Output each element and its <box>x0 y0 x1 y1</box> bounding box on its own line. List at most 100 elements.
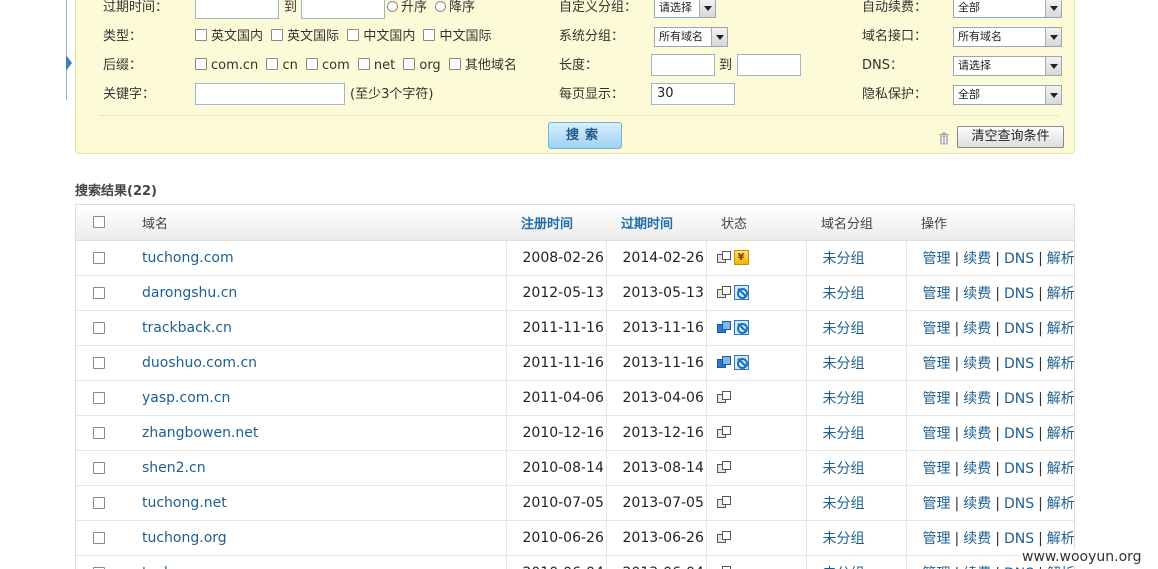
resolve-link[interactable]: 解析 <box>1047 566 1074 569</box>
row-checkbox[interactable] <box>93 321 105 334</box>
sort-desc-option[interactable]: 降序 <box>435 0 475 21</box>
domain-link[interactable]: yasp.com.cn <box>142 390 230 406</box>
expire-to-input[interactable] <box>301 0 385 19</box>
dns-select[interactable]: 请选择 <box>953 56 1062 76</box>
domain-link[interactable]: darongshu.cn <box>142 285 237 301</box>
renew-link[interactable]: 续费 <box>963 426 991 442</box>
resolve-link[interactable]: 解析 <box>1047 391 1074 407</box>
dns-link[interactable]: DNS <box>1004 461 1034 477</box>
expire-from-input[interactable] <box>195 0 279 19</box>
renew-link[interactable]: 续费 <box>963 251 991 267</box>
renew-link[interactable]: 续费 <box>963 391 991 407</box>
row-checkbox[interactable] <box>93 251 105 264</box>
manage-link[interactable]: 管理 <box>923 286 951 302</box>
suffix-option[interactable]: com <box>305 58 350 73</box>
domain-api-select[interactable]: 所有域名 <box>953 27 1062 47</box>
per-page-input[interactable]: 30 <box>651 83 735 105</box>
resolve-link[interactable]: 解析 <box>1047 496 1074 512</box>
renew-link[interactable]: 续费 <box>963 286 991 302</box>
dns-link[interactable]: DNS <box>1004 391 1034 407</box>
suffix-option[interactable]: org <box>403 58 441 73</box>
type-option[interactable]: 中文国内 <box>347 29 415 44</box>
row-checkbox[interactable] <box>93 461 105 474</box>
row-checkbox[interactable] <box>93 391 105 404</box>
manage-link[interactable]: 管理 <box>923 251 951 267</box>
renew-link[interactable]: 续费 <box>963 321 991 337</box>
dns-link[interactable]: DNS <box>1004 321 1034 337</box>
select-all-checkbox[interactable] <box>93 216 105 229</box>
type-option[interactable]: 英文国际 <box>271 29 339 44</box>
manage-link[interactable]: 管理 <box>923 461 951 477</box>
dns-link[interactable]: DNS <box>1004 286 1034 302</box>
dns-link[interactable]: DNS <box>1004 531 1034 547</box>
length-max-input[interactable] <box>737 54 801 76</box>
suffix-option[interactable]: 其他域名 <box>448 58 517 73</box>
suffix-option[interactable]: cn <box>266 58 298 73</box>
column-reg-time[interactable]: 注册时间 <box>506 205 606 241</box>
sort-asc-option[interactable]: 升序 <box>387 0 427 21</box>
manage-link[interactable]: 管理 <box>923 531 951 547</box>
ban-status-icon[interactable] <box>733 320 749 335</box>
renew-link[interactable]: 续费 <box>963 531 991 547</box>
clear-conditions-button[interactable]: 清空查询条件 <box>957 126 1064 148</box>
manage-link[interactable]: 管理 <box>923 356 951 372</box>
row-checkbox[interactable] <box>93 286 105 299</box>
row-checkbox[interactable] <box>93 426 105 439</box>
windows-status-icon[interactable] <box>716 250 732 265</box>
system-group-select[interactable]: 所有域名 <box>654 27 728 47</box>
dns-link[interactable]: DNS <box>1004 496 1034 512</box>
domain-link[interactable]: tuchong.net <box>142 495 227 511</box>
windows-status-icon[interactable] <box>716 285 732 300</box>
windows-status-icon[interactable] <box>717 565 732 569</box>
dns-link[interactable]: DNS <box>1004 566 1034 569</box>
auto-renew-select[interactable]: 全部 <box>953 0 1062 18</box>
domain-link[interactable]: tuchong.com <box>142 250 234 266</box>
type-option[interactable]: 中文国际 <box>423 29 491 44</box>
type-option[interactable]: 英文国内 <box>195 29 263 44</box>
keyword-input[interactable] <box>195 83 345 105</box>
group-link[interactable]: 未分组 <box>823 426 865 442</box>
domain-link[interactable]: zhangbowen.net <box>142 425 258 441</box>
resolve-link[interactable]: 解析 <box>1047 426 1074 442</box>
windows-status-icon[interactable] <box>716 355 732 370</box>
resolve-link[interactable]: 解析 <box>1047 461 1074 477</box>
resolve-link[interactable]: 解析 <box>1047 356 1074 372</box>
group-link[interactable]: 未分组 <box>823 251 865 267</box>
row-checkbox[interactable] <box>93 531 105 544</box>
group-link[interactable]: 未分组 <box>823 566 865 569</box>
manage-link[interactable]: 管理 <box>923 321 951 337</box>
manage-link[interactable]: 管理 <box>923 566 951 569</box>
row-checkbox[interactable] <box>93 356 105 369</box>
ban-status-icon[interactable] <box>733 355 749 370</box>
row-checkbox[interactable] <box>93 496 105 509</box>
windows-status-icon[interactable] <box>716 495 732 510</box>
renew-link[interactable]: 续费 <box>963 566 991 569</box>
domain-link[interactable]: duoshuo.com.cn <box>142 355 257 371</box>
renew-link[interactable]: 续费 <box>963 496 991 512</box>
renew-link[interactable]: 续费 <box>963 356 991 372</box>
domain-link[interactable]: trackback.cn <box>142 320 232 336</box>
group-link[interactable]: 未分组 <box>823 531 865 547</box>
group-link[interactable]: 未分组 <box>823 496 865 512</box>
length-min-input[interactable] <box>651 54 715 76</box>
resolve-link[interactable]: 解析 <box>1047 531 1074 547</box>
column-exp-time[interactable]: 过期时间 <box>606 205 706 241</box>
custom-group-select[interactable]: 请选择 <box>654 0 716 18</box>
ban-status-icon[interactable] <box>733 285 749 300</box>
windows-status-icon[interactable] <box>716 460 732 475</box>
dns-link[interactable]: DNS <box>1004 251 1034 267</box>
domain-link[interactable]: shen2.cn <box>142 460 206 476</box>
windows-status-icon[interactable] <box>716 425 732 440</box>
windows-status-icon[interactable] <box>716 530 732 545</box>
group-link[interactable]: 未分组 <box>823 461 865 477</box>
resolve-link[interactable]: 解析 <box>1047 286 1074 302</box>
resolve-link[interactable]: 解析 <box>1047 251 1074 267</box>
yen-status-icon[interactable]: ¥ <box>733 250 749 265</box>
suffix-option[interactable]: net <box>357 58 395 73</box>
group-link[interactable]: 未分组 <box>823 321 865 337</box>
manage-link[interactable]: 管理 <box>923 496 951 512</box>
domain-link[interactable]: tuchong.cc <box>142 565 219 569</box>
group-link[interactable]: 未分组 <box>823 391 865 407</box>
dns-link[interactable]: DNS <box>1004 356 1034 372</box>
windows-status-icon[interactable] <box>716 320 732 335</box>
